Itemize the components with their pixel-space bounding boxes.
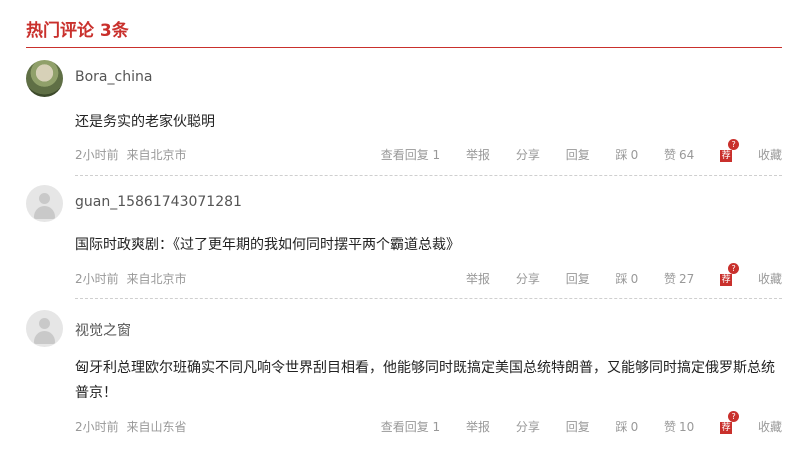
comment-meta: 2小时前 来自北京市 [75, 270, 190, 287]
dislike-button[interactable]: 踩0 [616, 270, 639, 287]
dislike-label: 踩 [615, 148, 628, 162]
collect-link[interactable]: 收藏 [758, 146, 782, 163]
share-link[interactable]: 分享 [516, 146, 540, 163]
recommend-label: 荐 [720, 274, 733, 286]
dislike-label: 踩 [615, 272, 628, 286]
comment-location: 来自北京市 [126, 148, 187, 162]
comment-divider [75, 298, 782, 299]
dislike-count: 0 [630, 420, 639, 434]
recommend-badge-icon[interactable]: 荐? [720, 263, 740, 286]
comment-divider [75, 175, 782, 176]
dislike-label: 踩 [615, 420, 628, 434]
like-label: 赞 [664, 272, 677, 286]
dislike-count: 0 [630, 148, 639, 162]
comment-location: 来自山东省 [126, 420, 187, 434]
view-replies-link[interactable]: 查看回复 1 [381, 146, 440, 163]
dislike-button[interactable]: 踩0 [616, 418, 639, 435]
reply-link[interactable]: 回复 [566, 418, 590, 435]
help-icon: ? [728, 263, 740, 274]
comment-actions: 查看回复 1 举报 分享 回复 踩0 赞 10 荐? 收藏 [381, 411, 782, 435]
like-count: 27 [679, 272, 695, 286]
comment-text: 还是务实的老家伙聪明 [75, 114, 215, 130]
comment-meta: 2小时前 来自山东省 [75, 418, 190, 435]
comment-actions: 举报 分享 回复 踩0 赞 27 荐? 收藏 [444, 263, 782, 287]
help-icon: ? [728, 411, 740, 422]
like-label: 赞 [664, 148, 677, 162]
username[interactable]: guan_15861743071281 [75, 194, 242, 210]
help-icon: ? [728, 139, 740, 150]
recommend-badge-icon[interactable]: 荐? [720, 139, 740, 162]
comment-time: 2小时前 [75, 148, 119, 162]
report-link[interactable]: 举报 [466, 270, 490, 287]
recommend-badge-icon[interactable]: 荐? [720, 411, 740, 434]
avatar[interactable] [26, 60, 63, 97]
comment-meta: 2小时前 来自北京市 [75, 146, 190, 163]
share-link[interactable]: 分享 [516, 418, 540, 435]
like-count: 64 [679, 148, 695, 162]
share-link[interactable]: 分享 [516, 270, 540, 287]
user-silhouette-icon[interactable] [26, 185, 63, 222]
like-button[interactable]: 赞 10 [664, 418, 694, 435]
report-link[interactable]: 举报 [466, 146, 490, 163]
comment-time: 2小时前 [75, 272, 119, 286]
collect-link[interactable]: 收藏 [758, 418, 782, 435]
dislike-count: 0 [630, 272, 639, 286]
collect-link[interactable]: 收藏 [758, 270, 782, 287]
view-replies-link[interactable]: 查看回复 1 [381, 418, 440, 435]
comment-time: 2小时前 [75, 420, 119, 434]
hot-comments-section: 热门评论 3条 Bora_china 还是务实的老家伙聪明 2小时前 来自北京市… [0, 0, 800, 473]
recommend-label: 荐 [720, 150, 733, 162]
comment-text: 匈牙利总理欧尔班确实不同凡响令世界刮目相看，他能够同时既搞定美国总统特朗普，又能… [75, 360, 775, 401]
section-title: 热门评论 3条 [26, 21, 129, 41]
username[interactable]: 视觉之窗 [75, 320, 131, 340]
recommend-label: 荐 [720, 422, 733, 434]
reply-link[interactable]: 回复 [566, 146, 590, 163]
reply-link[interactable]: 回复 [566, 270, 590, 287]
username[interactable]: Bora_china [75, 69, 152, 85]
comment-location: 来自北京市 [126, 272, 187, 286]
like-count: 10 [679, 420, 695, 434]
user-silhouette-icon[interactable] [26, 310, 63, 347]
dislike-button[interactable]: 踩0 [616, 146, 639, 163]
like-label: 赞 [664, 420, 677, 434]
section-header: 热门评论 3条 [26, 18, 782, 48]
report-link[interactable]: 举报 [466, 418, 490, 435]
like-button[interactable]: 赞 64 [664, 146, 694, 163]
like-button[interactable]: 赞 27 [664, 270, 694, 287]
comment-text: 国际时政爽剧：《过了更年期的我如何同时摆平两个霸道总裁》 [75, 237, 460, 253]
comment-actions: 查看回复 1 举报 分享 回复 踩0 赞 64 荐? 收藏 [381, 139, 782, 163]
